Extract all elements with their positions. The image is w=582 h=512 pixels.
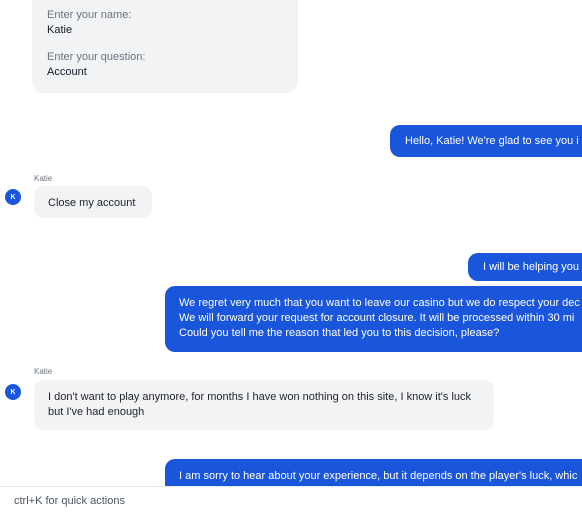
user-message-close-account: Close my account	[34, 186, 152, 218]
question-label: Enter your question:	[47, 51, 146, 63]
message-input[interactable]	[14, 493, 574, 509]
message-text: I am sorry to hear about your experience…	[179, 470, 578, 482]
message-composer	[0, 486, 582, 512]
message-text: Close my account	[48, 197, 136, 209]
name-value: Katie	[47, 24, 73, 36]
agent-message-helping: I will be helping you	[468, 253, 582, 281]
message-text: I will be helping you	[483, 261, 580, 273]
message-line: but I've had enough	[48, 406, 145, 418]
question-value: Account	[47, 66, 87, 78]
avatar: K	[5, 384, 21, 400]
name-label: Enter your name:	[47, 9, 132, 21]
message-text: Hello, Katie! We're glad to see you i	[405, 135, 579, 147]
agent-message-regret: We regret very much that you want to lea…	[165, 286, 582, 352]
user-message-reason: I don't want to play anymore, for months…	[34, 380, 494, 430]
agent-message-greeting: Hello, Katie! We're glad to see you i	[390, 125, 582, 157]
message-line: We regret very much that you want to lea…	[179, 297, 580, 309]
message-line: I don't want to play anymore, for months…	[48, 391, 472, 403]
intro-form-card: Enter your name: Katie Enter your questi…	[32, 0, 298, 93]
avatar-initial: K	[10, 193, 16, 201]
sender-name: Katie	[34, 367, 53, 376]
message-line: Could you tell me the reason that led yo…	[179, 327, 500, 339]
message-line: We will forward your request for account…	[179, 312, 575, 324]
sender-name: Katie	[34, 174, 53, 183]
avatar-initial: K	[10, 388, 16, 396]
avatar: K	[5, 189, 21, 205]
